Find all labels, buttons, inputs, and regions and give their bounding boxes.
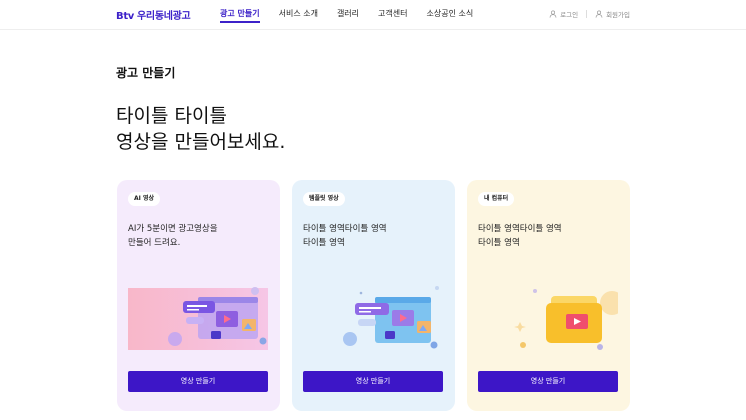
nav-item-service-intro[interactable]: 서비스 소개 — [279, 8, 318, 23]
card-badge: AI 영상 — [128, 192, 161, 206]
nav-item-gallery[interactable]: 갤러리 — [337, 8, 359, 23]
card-description: 타이틀 영역타이틀 영역 타이틀 영역 — [478, 222, 562, 250]
nav-item-small-business-news[interactable]: 소상공인 소식 — [426, 8, 473, 23]
card-desc-line: 만들어 드려요. — [128, 238, 181, 248]
auth-divider — [586, 10, 588, 18]
main-nav: 광고 만들기 서비스 소개 갤러리 고객센터 소상공인 소식 — [220, 8, 492, 23]
card-desc-line: 타이틀 영역 — [303, 238, 345, 248]
user-add-icon — [595, 10, 603, 18]
nav-item-create-ad[interactable]: 광고 만들기 — [220, 8, 260, 23]
top-header: Btv 우리동네광고 광고 만들기 서비스 소개 갤러리 고객센터 소상공인 소식… — [0, 0, 746, 30]
auth-links: 로그인 회원가입 — [549, 9, 630, 19]
card-desc-line: AI가 5분이면 광고영상을 — [128, 224, 218, 234]
create-video-button[interactable]: 영상 만들기 — [128, 371, 268, 392]
card-my-computer[interactable]: 내 컴퓨터 타이틀 영역타이틀 영역 타이틀 영역 영상 만들기 — [467, 180, 630, 411]
logo-name: 우리동네광고 — [137, 11, 191, 22]
login-link[interactable]: 로그인 — [549, 9, 578, 19]
card-template-video[interactable]: 템플릿 영상 타이틀 영역타이틀 영역 타이틀 영역 영상 만들기 — [292, 180, 455, 411]
brand-logo[interactable]: Btv 우리동네광고 — [116, 7, 191, 22]
card-desc-line: 타이틀 영역 — [478, 238, 520, 248]
hero-line-2: 영상을 만들어보세요. — [116, 131, 286, 153]
create-video-button[interactable]: 영상 만들기 — [478, 371, 618, 392]
video-editor-illustration — [128, 287, 268, 350]
logo-btv: Btv — [116, 11, 135, 22]
video-editor-illustration — [343, 286, 439, 349]
signup-link[interactable]: 회원가입 — [595, 9, 630, 19]
signup-label: 회원가입 — [606, 11, 630, 19]
create-video-button[interactable]: 영상 만들기 — [303, 371, 443, 392]
hero-line-1: 타이틀 타이틀 — [116, 105, 227, 127]
folder-video-illustration — [514, 289, 618, 350]
hero-heading: 타이틀 타이틀 영상을 만들어보세요. — [116, 103, 285, 155]
section-title: 광고 만들기 — [116, 66, 176, 80]
card-badge: 템플릿 영상 — [303, 192, 345, 206]
login-label: 로그인 — [560, 11, 579, 19]
nav-item-customer-center[interactable]: 고객센터 — [378, 8, 407, 23]
card-description: AI가 5분이면 광고영상을 만들어 드려요. — [128, 222, 218, 250]
card-description: 타이틀 영역타이틀 영역 타이틀 영역 — [303, 222, 387, 250]
user-icon — [549, 10, 557, 18]
card-desc-line: 타이틀 영역타이틀 영역 — [478, 224, 562, 234]
card-desc-line: 타이틀 영역타이틀 영역 — [303, 224, 387, 234]
card-ai-video[interactable]: AI 영상 AI가 5분이면 광고영상을 만들어 드려요. 영상 만들기 — [117, 180, 280, 411]
card-badge: 내 컴퓨터 — [478, 192, 515, 206]
